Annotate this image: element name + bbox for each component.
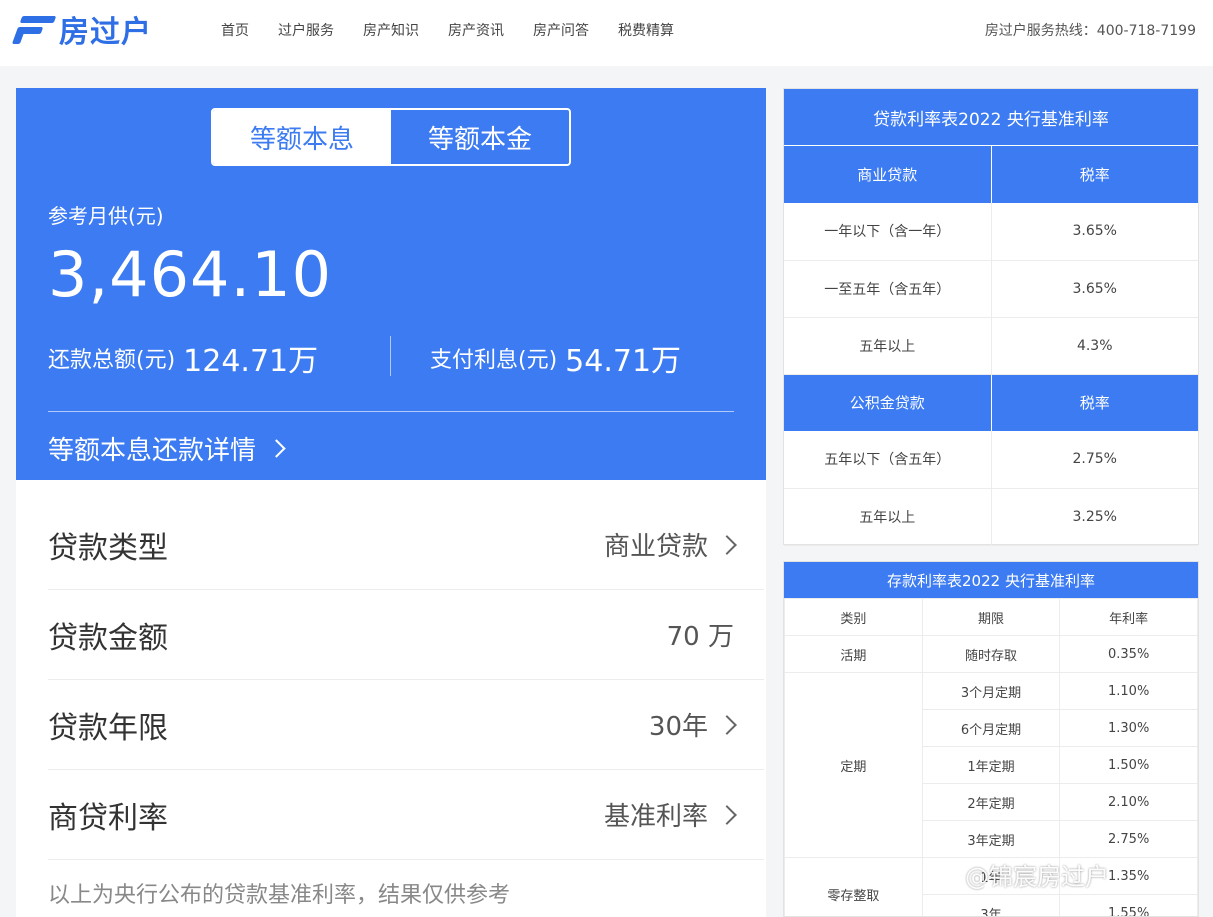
category-cell: 零存整取 <box>784 857 923 916</box>
divider <box>48 411 734 412</box>
rate-disclaimer: 以上为央行公布的贷款基准利率，结果仅供参考 <box>48 883 511 908</box>
term-cell: 随时存取 <box>921 635 1061 673</box>
table-row: 一至五年（含五年） 3.65% <box>784 260 1198 318</box>
total-repayment-label: 还款总额(元) <box>48 348 176 373</box>
rate-cell: 2.75% <box>1059 820 1198 858</box>
term-cell: 一至五年（含五年） <box>784 260 992 318</box>
loan-amount-row[interactable]: 贷款金额 70 万 <box>48 590 764 680</box>
loan-rate-title: 贷款利率表2022 央行基准利率 <box>784 89 1198 146</box>
table-header: 类别 期限 年利率 <box>784 598 1198 636</box>
watermark: @锦宸房过户 <box>965 863 1109 891</box>
term-cell: 6个月定期 <box>921 709 1061 747</box>
interest-paid: 支付利息(元) 54.71万 <box>430 338 682 379</box>
nav-tax-calculator[interactable]: 税费精算 <box>618 20 674 40</box>
service-hotline: 房过户服务热线：400-718-7199 <box>984 23 1196 39</box>
term-cell: 五年以上 <box>784 317 992 375</box>
rate-cell: 3.25% <box>991 488 1198 546</box>
loan-rate-grid: 商业贷款 税率 一年以下（含一年） 3.65% 一至五年（含五年） 3.65% … <box>784 146 1198 546</box>
term-cell: 五年以下（含五年） <box>784 431 992 489</box>
nav-transfer-service[interactable]: 过户服务 <box>278 20 334 40</box>
table-row: 定期 3个月定期 1.10% <box>784 672 1198 858</box>
chevron-right-icon <box>717 534 737 555</box>
loan-type-value: 商业贷款 <box>603 532 708 562</box>
category-cell: 定期 <box>784 672 923 858</box>
rate-cell: 1.50% <box>1059 746 1198 784</box>
nav-property-knowledge[interactable]: 房产知识 <box>363 20 419 40</box>
site-logo[interactable]: 房过户 <box>11 11 152 50</box>
table-row: 五年以下（含五年） 2.75% <box>784 431 1198 489</box>
term-cell: 一年以下（含一年） <box>784 203 992 261</box>
loan-type-label: 贷款类型 <box>48 530 168 566</box>
loan-parameters: 贷款类型 商业贷款 贷款金额 70 万 贷款年限 30年 商贷利率 基准利率 以… <box>16 480 766 917</box>
table-row: 一年以下（含一年） 3.65% <box>784 203 1198 261</box>
interest-paid-label: 支付利息(元) <box>430 348 558 373</box>
rate-cell: 4.3% <box>991 317 1198 375</box>
loan-term-row[interactable]: 贷款年限 30年 <box>48 680 764 770</box>
commercial-rate-label: 商贷利率 <box>48 800 168 836</box>
repayment-detail-label: 等额本息还款详情 <box>48 436 257 466</box>
header-cell: 期限 <box>921 598 1061 636</box>
total-repayment-value: 124.71万 <box>183 344 319 379</box>
loan-amount-label: 贷款金额 <box>48 620 168 656</box>
tab-equal-principal[interactable]: 等额本金 <box>391 110 569 164</box>
term-cell: 3年 <box>921 894 1061 916</box>
total-repayment: 还款总额(元) 124.71万 <box>48 338 319 379</box>
header-cell: 公积金贷款 <box>784 374 992 431</box>
table-header: 公积金贷款 税率 <box>784 374 1198 431</box>
tab-equal-installment[interactable]: 等额本息 <box>213 110 391 164</box>
table-row: 五年以上 4.3% <box>784 317 1198 375</box>
term-cell: 2年定期 <box>921 783 1061 821</box>
table-row: 活期 随时存取 0.35% <box>784 635 1198 673</box>
category-cell: 活期 <box>784 635 923 673</box>
rate-cell: 3.65% <box>991 203 1198 261</box>
nav-home[interactable]: 首页 <box>221 20 249 40</box>
top-bar: 房过户 首页 过户服务 房产知识 房产资讯 房产问答 税费精算 房过户服务热线：… <box>0 0 1213 66</box>
rate-cell: 0.35% <box>1059 635 1198 673</box>
term-cell: 1年定期 <box>921 746 1061 784</box>
logo-text: 房过户 <box>59 15 152 50</box>
monthly-payment-label: 参考月供(元) <box>48 204 164 228</box>
mortgage-result-panel: 等额本息 等额本金 参考月供(元) 3,464.10 还款总额(元) 124.7… <box>16 88 766 480</box>
table-header: 商业贷款 税率 <box>784 146 1198 203</box>
rate-cell: 1.10% <box>1059 672 1198 710</box>
header-cell: 年利率 <box>1059 598 1198 636</box>
loan-rate-table: 贷款利率表2022 央行基准利率 商业贷款 税率 一年以下（含一年） 3.65%… <box>783 88 1199 546</box>
table-row: 五年以上 3.25% <box>784 488 1198 546</box>
chevron-right-icon <box>717 714 737 735</box>
commercial-rate-row[interactable]: 商贷利率 基准利率 <box>48 770 764 860</box>
nav-property-qa[interactable]: 房产问答 <box>533 20 589 40</box>
rate-cell: 1.30% <box>1059 709 1198 747</box>
header-cell: 税率 <box>991 146 1198 203</box>
chevron-right-icon <box>717 804 737 825</box>
divider <box>390 336 391 376</box>
nav-property-news[interactable]: 房产资讯 <box>448 20 504 40</box>
header-cell: 类别 <box>784 598 923 636</box>
loan-type-row[interactable]: 贷款类型 商业贷款 <box>48 500 764 590</box>
chevron-right-icon <box>267 439 286 458</box>
loan-term-label: 贷款年限 <box>48 710 168 746</box>
term-cell: 3年定期 <box>921 820 1061 858</box>
loan-term-value: 30年 <box>648 712 708 742</box>
logo-icon <box>11 13 57 45</box>
repayment-method-tabs: 等额本息 等额本金 <box>211 108 571 166</box>
monthly-payment-value: 3,464.10 <box>48 238 333 311</box>
rate-cell: 2.75% <box>991 431 1198 489</box>
header-cell: 商业贷款 <box>784 146 992 203</box>
main-nav: 首页 过户服务 房产知识 房产资讯 房产问答 税费精算 <box>221 20 703 40</box>
repayment-detail-link[interactable]: 等额本息还款详情 <box>48 430 286 467</box>
rate-cell: 3.65% <box>991 260 1198 318</box>
deposit-rate-title: 存款利率表2022 央行基准利率 <box>784 562 1198 598</box>
loan-amount-value[interactable]: 70 万 <box>667 616 734 653</box>
header-cell: 税率 <box>991 374 1198 431</box>
commercial-rate-value: 基准利率 <box>603 802 708 832</box>
term-cell: 3个月定期 <box>921 672 1061 710</box>
term-cell: 五年以上 <box>784 488 992 546</box>
rate-cell: 1.55% <box>1059 894 1198 916</box>
rate-cell: 2.10% <box>1059 783 1198 821</box>
interest-paid-value: 54.71万 <box>565 344 682 379</box>
